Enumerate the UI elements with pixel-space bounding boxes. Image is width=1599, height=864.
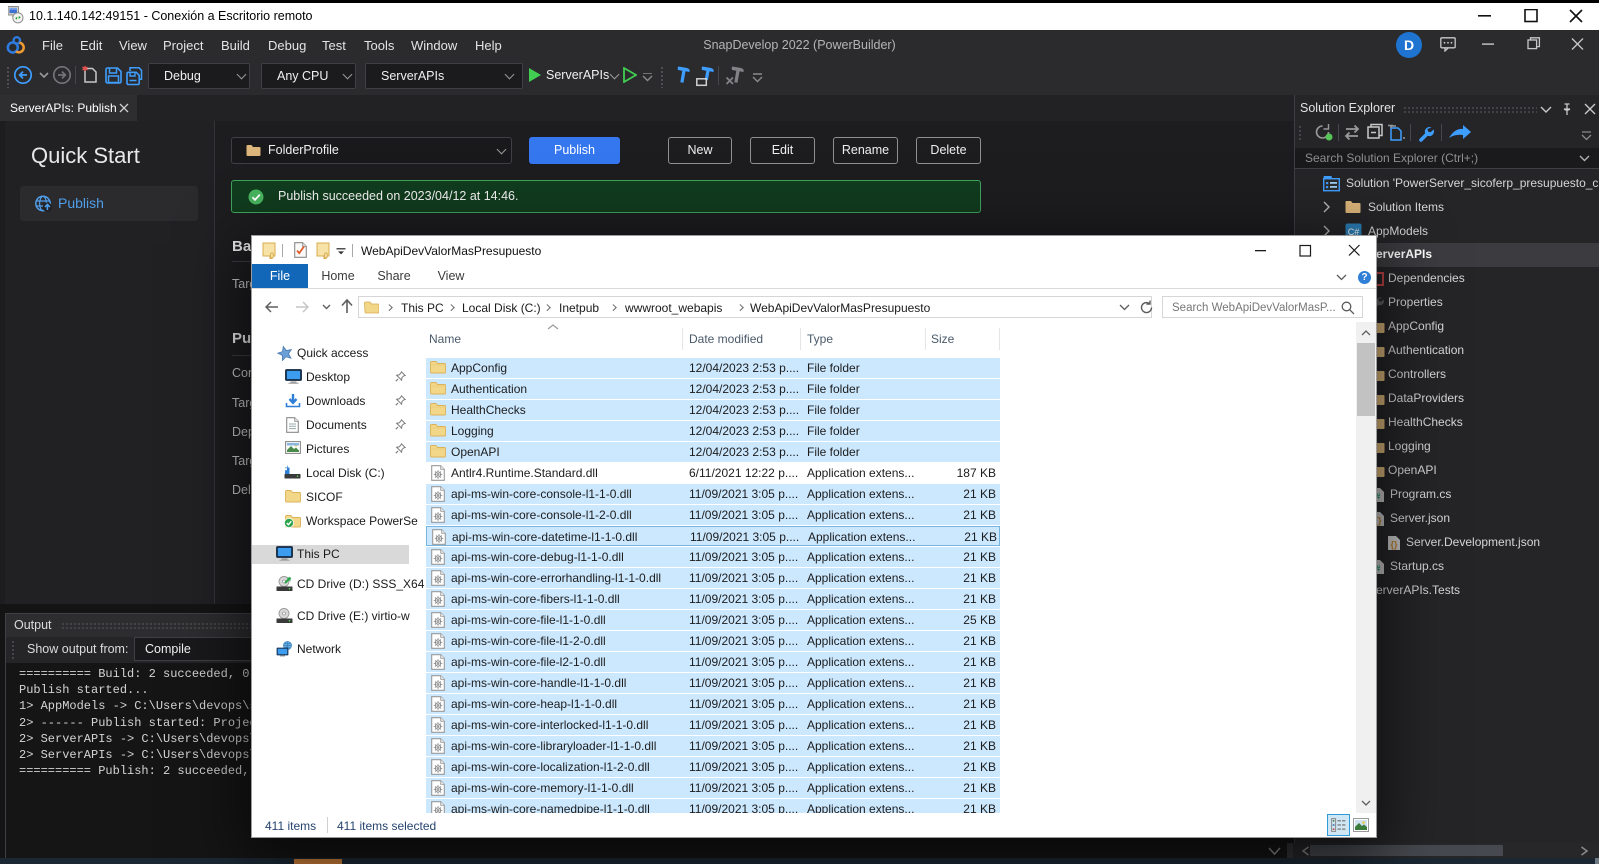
svg-text:{}: {} bbox=[1390, 540, 1398, 550]
